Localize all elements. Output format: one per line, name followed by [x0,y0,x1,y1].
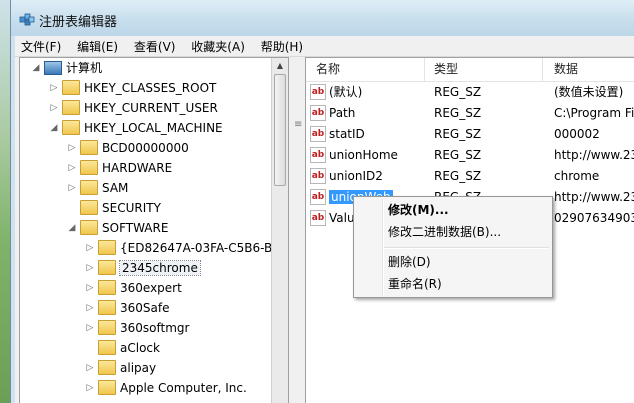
expand-icon[interactable]: ▷ [84,318,96,338]
folder-icon [98,340,116,355]
menu-item-rename[interactable]: 重命名(R) [388,273,442,295]
pane-splitter[interactable]: ≡ [291,57,305,403]
menu-bar: 文件(F) 编辑(E) 查看(V) 收藏夹(A) 帮助(H) [15,36,634,57]
folder-icon [98,320,116,335]
tree-item-360expert[interactable]: ▷ 360expert [84,278,182,298]
string-value-icon: ab [310,83,326,100]
string-value-icon: ab [310,167,326,184]
menu-favorites[interactable]: 收藏夹(A) [185,36,251,55]
expand-icon[interactable]: ▷ [66,138,78,158]
string-value-icon: ab [310,146,326,163]
column-data[interactable]: 数据 [544,58,634,81]
list-row[interactable]: ab statID REG_SZ 000002 [306,124,634,145]
tree-item-computer[interactable]: ◢ 计算机 [30,58,102,78]
tree-item-software[interactable]: ◢ SOFTWARE [66,218,168,238]
folder-icon [98,280,116,295]
scroll-thumb[interactable] [274,74,286,186]
expand-icon[interactable]: ▷ [48,78,60,98]
list-header: 名称 类型 数据 [306,58,634,82]
folder-icon [62,100,80,115]
tree-item-security[interactable]: SECURITY [66,198,161,218]
collapse-icon[interactable]: ◢ [66,218,78,238]
collapse-icon[interactable]: ◢ [30,58,42,78]
menu-edit[interactable]: 编辑(E) [71,36,124,55]
computer-icon [44,60,62,75]
expand-icon[interactable]: ▷ [84,278,96,298]
folder-icon [80,220,98,235]
string-value-icon: ab [310,125,326,142]
list-row[interactable]: ab (默认) REG_SZ (数值未设置) [306,82,634,103]
grip-icon: ≡ [294,119,303,130]
menu-separator [384,247,549,249]
list-row[interactable]: ab unionID2 REG_SZ chrome [306,166,634,187]
expand-icon[interactable]: ▷ [66,158,78,178]
folder-icon [80,200,98,215]
registry-tree: ◢ 计算机 ▷ HKEY_CLASSES_ROOT ▷ HKEY_CURRENT_US… [19,57,289,403]
expand-icon[interactable]: ▷ [84,298,96,318]
tree-item-hklm[interactable]: ◢ HKEY_LOCAL_MACHINE [48,118,223,138]
expand-icon[interactable]: ▷ [48,98,60,118]
string-value-icon: ab [310,209,326,226]
tree-item-hkcu[interactable]: ▷ HKEY_CURRENT_USER [48,98,218,118]
expand-icon[interactable]: ▷ [84,358,96,378]
tree-item-guid[interactable]: ▷ {ED82647A-03FA-C5B6-BBB4 [84,238,288,258]
folder-icon [62,80,80,95]
tree-item-alipay[interactable]: ▷ alipay [84,358,156,378]
menu-item-delete[interactable]: 删除(D) [388,251,431,273]
tree-item-sam[interactable]: ▷ SAM [66,178,128,198]
string-value-icon: ab [310,104,326,121]
tree-item-aclock[interactable]: aClock [84,338,160,358]
expand-icon[interactable]: ▷ [66,178,78,198]
regedit-icon [19,13,35,26]
expand-icon[interactable]: ▷ [84,378,96,398]
folder-icon [80,180,98,195]
expand-icon[interactable]: ▷ [84,258,96,278]
menu-item-modify[interactable]: 修改(M)... [388,199,449,221]
title-bar[interactable]: 注册表编辑器 [11,0,634,36]
folder-icon [98,300,116,315]
list-row[interactable]: ab unionHome REG_SZ http://www.23 [306,145,634,166]
menu-help[interactable]: 帮助(H) [255,36,309,55]
window-title: 注册表编辑器 [39,15,118,30]
menu-item-modify-binary[interactable]: 修改二进制数据(B)... [388,221,501,243]
context-menu: 修改(M)... 修改二进制数据(B)... 删除(D) 重命名(R) [353,196,553,298]
collapse-icon[interactable]: ◢ [48,118,60,138]
tree-item-hkcr[interactable]: ▷ HKEY_CLASSES_ROOT [48,78,216,98]
folder-icon [80,160,98,175]
folder-icon [98,260,116,275]
scroll-up-icon[interactable]: ▲ [272,58,288,74]
menu-view[interactable]: 查看(V) [128,36,182,55]
tree-item-360safe[interactable]: ▷ 360Safe [84,298,169,318]
string-value-icon: ab [310,188,326,205]
column-type[interactable]: 类型 [424,58,543,81]
folder-icon [98,240,116,255]
tree-item-360softmgr[interactable]: ▷ 360softmgr [84,318,189,338]
folder-icon [62,120,80,135]
menu-file[interactable]: 文件(F) [15,36,67,55]
tree-item-hardware[interactable]: ▷ HARDWARE [66,158,172,178]
tree-item-2345chrome[interactable]: ▷ 2345chrome [84,258,201,278]
folder-icon [98,380,116,395]
regedit-window: 注册表编辑器 文件(F) 编辑(E) 查看(V) 收藏夹(A) 帮助(H) ◢ 计… [10,0,634,403]
tree-item-apple[interactable]: ▷ Apple Computer, Inc. [84,378,247,398]
tree-scrollbar[interactable]: ▲ [271,58,288,403]
column-name[interactable]: 名称 [306,58,425,81]
folder-icon [80,140,98,155]
expand-icon[interactable]: ▷ [84,238,96,258]
list-row[interactable]: ab Path REG_SZ C:\Program Fi [306,103,634,124]
folder-icon [98,360,116,375]
tree-item-bcd[interactable]: ▷ BCD00000000 [66,138,189,158]
